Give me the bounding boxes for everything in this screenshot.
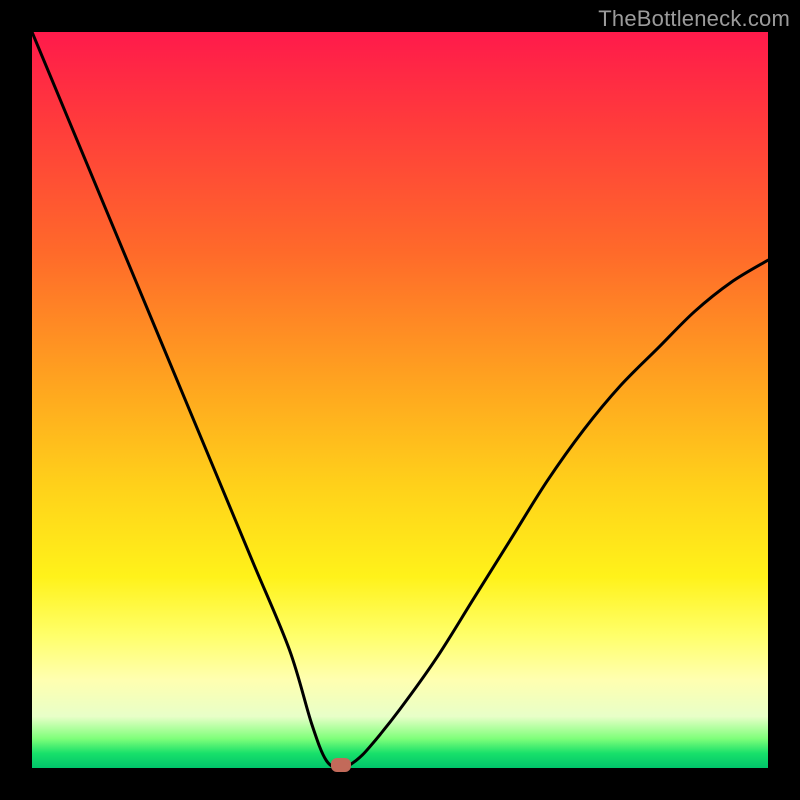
chart-frame: TheBottleneck.com (0, 0, 800, 800)
bottleneck-curve (32, 32, 768, 768)
optimum-marker (331, 758, 351, 772)
watermark-text: TheBottleneck.com (598, 6, 790, 32)
plot-area (32, 32, 768, 768)
curve-path (32, 32, 768, 768)
